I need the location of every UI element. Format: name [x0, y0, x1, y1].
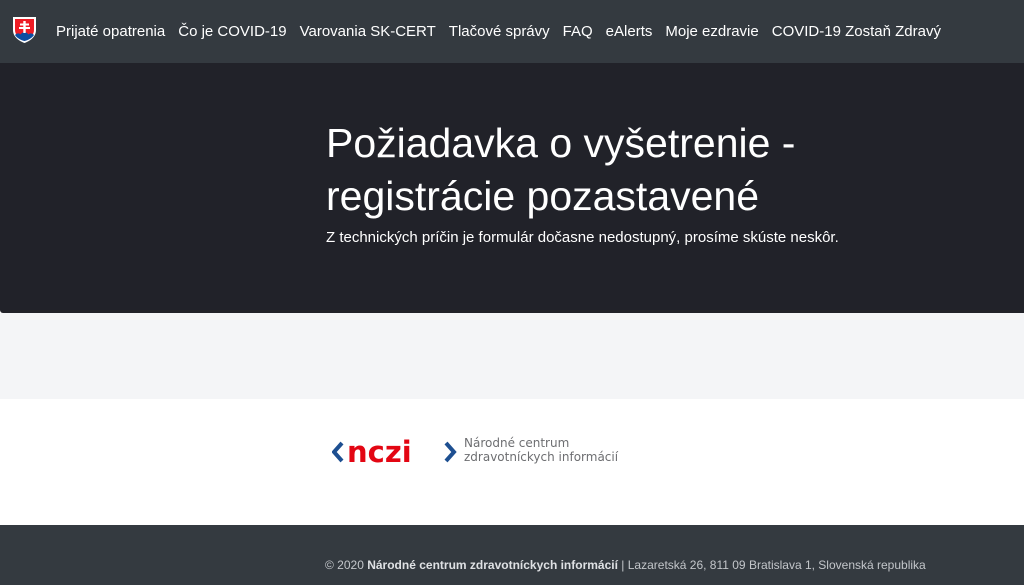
nav-item-faq[interactable]: FAQ	[563, 23, 593, 40]
footer-copyright-year: © 2020	[325, 558, 364, 572]
nav-item-tlacove-spravy[interactable]: Tlačové správy	[449, 23, 550, 40]
nczi-tagline: Národné centrum zdravotníckych informáci…	[464, 436, 634, 464]
page-title: Požiadavka o vyšetrenie - registrácie po…	[326, 117, 946, 223]
nczi-logo-mark: nczi	[332, 436, 457, 468]
nczi-logo[interactable]: nczi	[332, 436, 458, 468]
content-spacer	[0, 313, 1024, 399]
nav-item-ealerts[interactable]: eAlerts	[606, 23, 653, 40]
nczi-tagline-line-1: Národné centrum	[464, 436, 570, 450]
top-navbar: Prijaté opatrenia Čo je COVID-19 Varovan…	[0, 0, 1024, 63]
footer-address: | Lazaretská 26, 811 09 Bratislava 1, Sl…	[621, 558, 926, 572]
footer-org-name: Národné centrum zdravotníckych informáci…	[367, 558, 618, 572]
nav-item-zostan-zdravy[interactable]: COVID-19 Zostaň Zdravý	[772, 23, 941, 40]
page-title-line-2: registrácie pozastavené	[326, 173, 760, 219]
slovak-coat-of-arms-icon[interactable]	[12, 16, 37, 44]
nczi-tagline-line-2: zdravotníckych informácií	[464, 450, 619, 464]
footer: © 2020 Národné centrum zdravotníckych in…	[0, 525, 1024, 585]
main-nav: Prijaté opatrenia Čo je COVID-19 Varovan…	[56, 0, 954, 63]
footer-copyright: © 2020 Národné centrum zdravotníckych in…	[325, 558, 926, 572]
hero-section: Požiadavka o vyšetrenie - registrácie po…	[0, 63, 1024, 313]
nav-item-moje-ezdravie[interactable]: Moje ezdravie	[665, 23, 758, 40]
page-subtitle: Z technických príčin je formulár dočasne…	[326, 229, 839, 246]
nav-item-varovania-sk-cert[interactable]: Varovania SK-CERT	[300, 23, 436, 40]
nczi-logo-text: nczi	[347, 436, 412, 468]
nav-item-prijate-opatrenia[interactable]: Prijaté opatrenia	[56, 23, 165, 40]
nav-item-co-je-covid[interactable]: Čo je COVID-19	[178, 23, 286, 40]
page-title-line-1: Požiadavka o vyšetrenie -	[326, 120, 796, 166]
